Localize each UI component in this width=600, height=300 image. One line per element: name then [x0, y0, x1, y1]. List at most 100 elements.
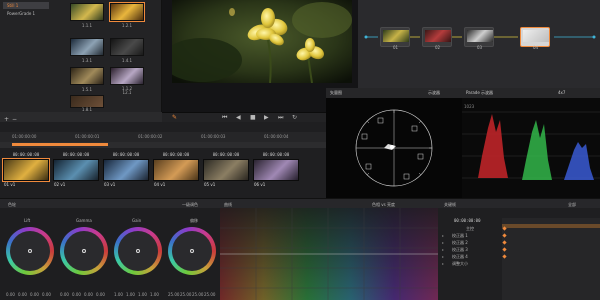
keyframe-master-track[interactable] — [502, 224, 600, 228]
still-thumbnail[interactable] — [70, 67, 104, 85]
keyframe-row-label[interactable]: 调整大小 — [452, 261, 468, 267]
lotus-frame-image — [172, 0, 352, 83]
vectorscope — [326, 98, 462, 198]
node-thumbnail — [467, 30, 493, 42]
expand-arrow-icon[interactable]: ▸ — [442, 261, 444, 266]
timeline-clip[interactable]: 00:00:00:00 02 v1 — [52, 152, 100, 188]
timeline-clip[interactable]: 00:00:00:00 04 v1 — [152, 152, 200, 188]
wheel-value[interactable]: 1.00 — [138, 292, 147, 297]
still-thumbnail[interactable] — [110, 67, 144, 85]
viewer-image[interactable] — [172, 0, 352, 83]
album-powergrade-1[interactable]: PowerGrade 1 — [3, 10, 49, 17]
keyframe-row-label[interactable]: 校正器 2 — [452, 240, 468, 246]
wheel-value[interactable]: 0.00 — [96, 292, 105, 297]
keyframe-timecode: 00:00:00:00 — [454, 218, 481, 223]
gain-wheel-puck[interactable] — [136, 249, 140, 253]
wheel-value[interactable]: 25.00 — [204, 292, 215, 297]
wheel-title: 偏移 — [190, 218, 198, 223]
node-04-selected[interactable] — [520, 27, 550, 47]
still-thumbnail[interactable] — [70, 38, 104, 56]
keyframe-row-label[interactable]: 校正器 3 — [452, 247, 468, 253]
stop-icon[interactable]: ■ — [250, 115, 256, 121]
wheel-value[interactable]: 0.00 — [6, 292, 15, 297]
wheel-value[interactable]: 25.00 — [192, 292, 203, 297]
expand-arrow-icon[interactable]: ▸ — [442, 254, 444, 259]
clip-tag: 05 v1 — [204, 182, 216, 187]
parade-title: Parade 示波器 — [466, 90, 494, 95]
keyframe-row-label: 主控 — [466, 226, 474, 231]
clip-timecode: 00:00:00:00 — [162, 152, 190, 157]
lift-wheel-puck[interactable] — [28, 249, 32, 253]
clip-timecode: 00:00:00:00 — [12, 152, 40, 157]
clip-tag: 06 v1 — [254, 182, 266, 187]
loop-icon[interactable]: ↻ — [292, 115, 297, 121]
vectorscope-graph — [355, 109, 433, 187]
wheel-value[interactable]: 25.00 — [180, 292, 191, 297]
node-03[interactable] — [464, 27, 494, 47]
expand-arrow-icon[interactable]: ▸ — [442, 247, 444, 252]
timeline-track[interactable] — [0, 142, 326, 148]
ruler-timecode: 01:00:00:04 — [264, 134, 289, 139]
still-thumbnail-selected[interactable] — [109, 2, 145, 22]
wheel-value[interactable]: 1.00 — [126, 292, 135, 297]
wheel-value[interactable]: 1.00 — [150, 292, 159, 297]
wheel-value[interactable]: 0.00 — [30, 292, 39, 297]
node-02[interactable] — [422, 27, 452, 47]
still-label: 1.1.1 — [81, 23, 93, 28]
clip-tag: 03 v1 — [104, 182, 116, 187]
track-segment — [12, 143, 108, 146]
timeline-clip[interactable]: 00:00:00:00 06 v1 — [252, 152, 300, 188]
parade-graph: 1023 — [462, 104, 600, 180]
wheel-value[interactable]: 0.00 — [72, 292, 81, 297]
clip-tag: 01 v1 — [4, 182, 16, 187]
node-label: 04 — [533, 45, 539, 50]
node-label: 03 — [477, 45, 483, 50]
still-thumbnail[interactable] — [70, 3, 104, 21]
timeline-clip[interactable]: 00:00:00:00 05 v1 — [202, 152, 250, 188]
node-thumbnail — [523, 30, 549, 42]
wheel-title: Lift — [24, 218, 31, 223]
wheel-value[interactable]: 0.00 — [84, 292, 93, 297]
curves-graph — [220, 208, 438, 300]
curves-panel[interactable] — [220, 208, 438, 300]
gamma-wheel-puck[interactable] — [82, 249, 86, 253]
keyframe-row-label[interactable]: 校正器 4 — [452, 254, 468, 260]
wheel-value[interactable]: 0.00 — [60, 292, 69, 297]
clip-timecode: 00:00:00:00 — [112, 152, 140, 157]
wheel-value[interactable]: 25.00 — [168, 292, 179, 297]
keyframe-track-area — [502, 218, 600, 300]
clip-thumbnail — [253, 159, 299, 181]
vectorscope-title: 矢量图 — [330, 90, 342, 95]
clip-timecode: 00:00:00:00 — [62, 152, 90, 157]
keyframe-row-label[interactable]: 校正器 1 — [452, 233, 468, 239]
expand-arrow-icon[interactable]: ▸ — [442, 233, 444, 238]
wheel-value[interactable]: 0.00 — [18, 292, 27, 297]
scopes-header: 矢量图 示波器 Parade 示波器 4x7 — [326, 88, 600, 98]
scope-zoom[interactable]: 4x7 — [558, 90, 565, 95]
play-icon[interactable]: ▶ — [264, 115, 269, 121]
clip-tag: 02 v1 — [54, 182, 66, 187]
expand-arrow-icon[interactable]: ▸ — [442, 240, 444, 245]
node-thumbnail — [383, 30, 409, 42]
ruler-timecode: 01:00:00:00 — [12, 134, 37, 139]
clip-thumbnail — [203, 159, 249, 181]
still-thumbnail[interactable] — [110, 38, 144, 56]
timeline-clip[interactable]: 00:00:00:00 03 v1 — [102, 152, 150, 188]
wheel-value[interactable]: 0.00 — [42, 292, 51, 297]
parade-scope: 1023 — [462, 98, 600, 198]
still-label: 1.5.1 — [81, 87, 93, 92]
node-01[interactable] — [380, 27, 410, 47]
album-still-1[interactable]: Still 1 — [3, 2, 49, 9]
pencil-icon[interactable]: ✎ — [172, 115, 177, 121]
step-back-icon[interactable]: ◀ — [236, 115, 241, 121]
timeline-clip[interactable]: 00:00:00:00 01 v1 — [2, 152, 50, 188]
clip-thumbnail — [2, 158, 50, 182]
go-end-icon[interactable]: ⏭ — [278, 115, 283, 121]
parade-top-value: 1023 — [464, 104, 475, 109]
ruler-timecode: 01:00:00:02 — [138, 134, 163, 139]
wheel-value[interactable]: 1.00 — [114, 292, 123, 297]
node-thumbnail — [425, 30, 451, 42]
offset-wheel-puck[interactable] — [190, 249, 194, 253]
go-start-icon[interactable]: ⏮ — [222, 115, 227, 121]
still-label: 1.1.2 12.1 — [121, 86, 133, 95]
